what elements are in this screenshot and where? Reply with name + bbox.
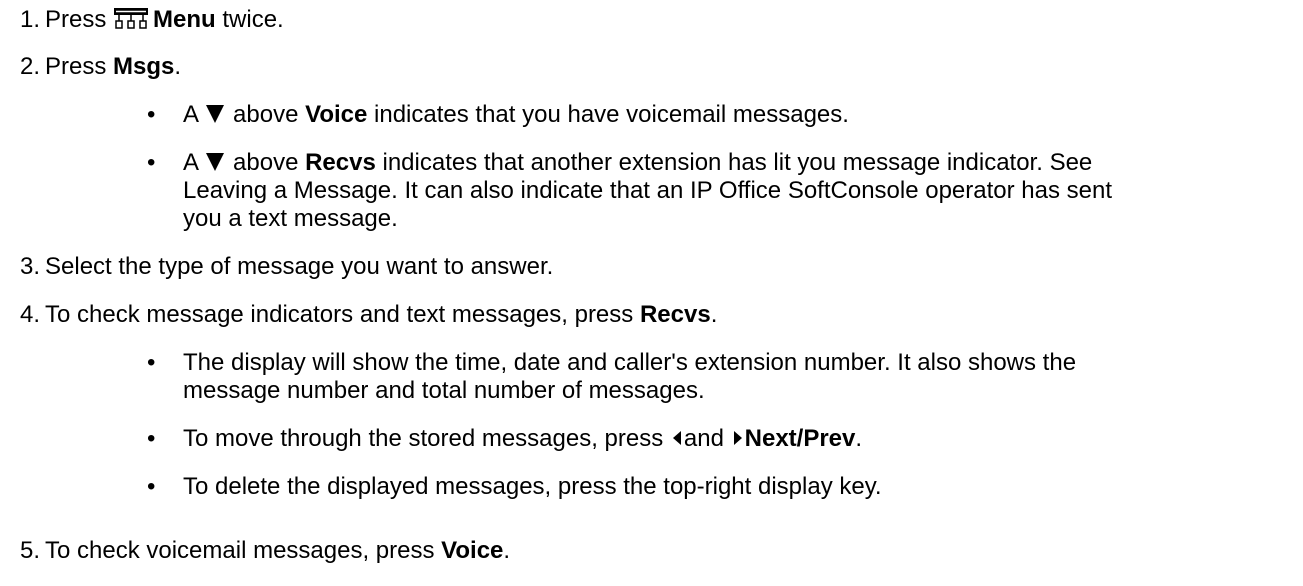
step-3: 3. Select the type of message you want t… [0, 253, 1303, 281]
step-number: 3. [19, 253, 40, 280]
list-item: • To delete the displayed messages, pres… [147, 473, 882, 500]
list-item: • To move through the stored messages, p… [147, 425, 863, 452]
bullet-icon: • [147, 425, 156, 452]
next-prev-key-label: Next/Prev [744, 425, 856, 452]
step-5: 5. To check voicemail messages, press Vo… [0, 537, 1303, 565]
step-2: 2. Press Msgs. [0, 53, 1303, 81]
instruction-document: 1. Press Menu twice. 2. Press Msgs. • A … [0, 0, 1303, 586]
bullet-icon: • [147, 349, 156, 376]
msgs-key-label: Msgs [113, 53, 175, 80]
step-text: Select the type of message you want to a… [45, 253, 554, 280]
down-triangle-icon [206, 153, 225, 171]
right-triangle-icon [733, 431, 742, 445]
recvs-key-label: Recvs [305, 149, 376, 176]
step-number: 2. [19, 53, 40, 80]
down-triangle-icon [206, 105, 225, 123]
voice-key-label: Voice [441, 537, 504, 564]
bullet-icon: • [147, 101, 156, 128]
list-item: • The display will show the time, date a… [147, 349, 1077, 376]
step-number: 4. [19, 301, 40, 328]
list-item: • A above Recvs indicates that another e… [147, 149, 1093, 176]
recvs-key-label: Recvs [639, 301, 711, 328]
step-number: 1. [19, 6, 40, 33]
step-1: 1. Press Menu twice. [0, 6, 1303, 34]
step-4: 4. To check message indicators and text … [0, 301, 1303, 329]
list-item: • A above Voice indicates that you have … [147, 101, 849, 128]
bullet-icon: • [147, 473, 156, 500]
bullet-icon: • [147, 149, 156, 176]
menu-key-icon [113, 7, 149, 38]
voice-key-label: Voice [305, 101, 368, 128]
left-triangle-icon [672, 431, 681, 445]
menu-key-label: Menu [153, 6, 216, 33]
step-number: 5. [19, 537, 40, 564]
step-text: Press [45, 6, 107, 33]
